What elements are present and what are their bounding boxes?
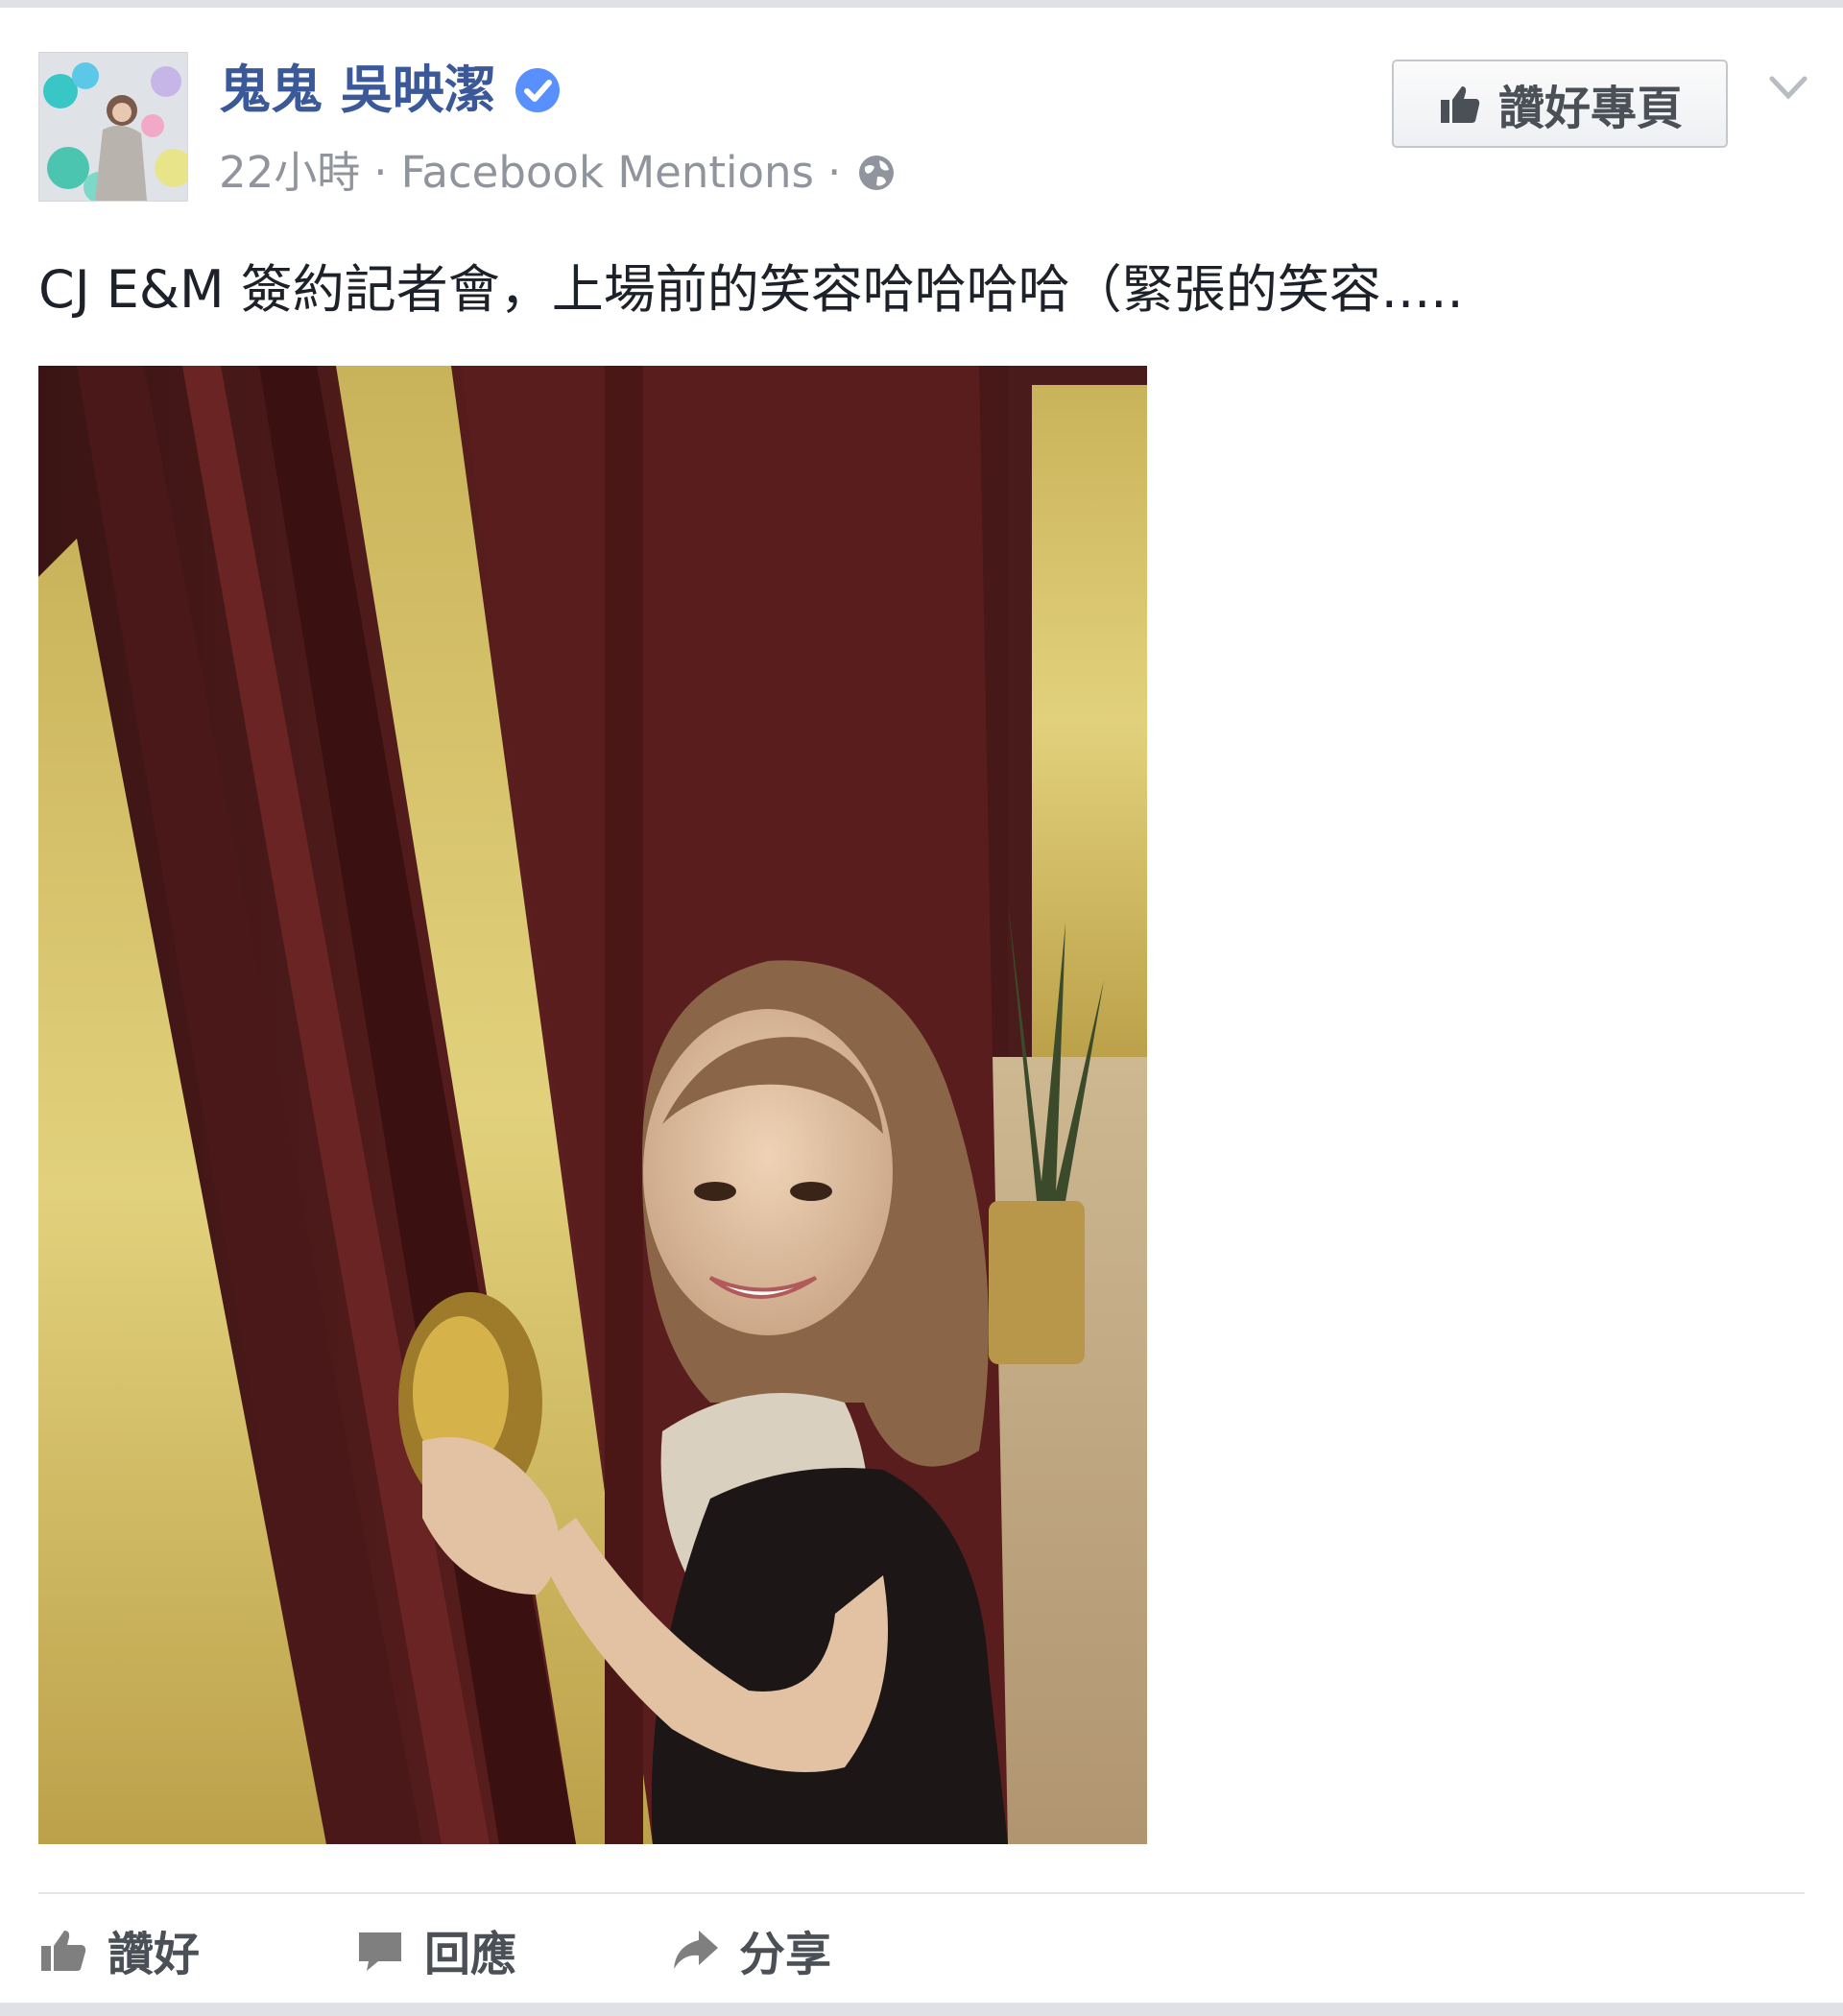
thumbs-up-icon bbox=[1440, 86, 1480, 123]
verified-badge-icon bbox=[515, 68, 560, 112]
globe-icon[interactable] bbox=[856, 153, 897, 193]
comment-label: 回應 bbox=[424, 1928, 517, 1981]
comment-button[interactable]: 回應 bbox=[355, 1916, 670, 1983]
like-page-label: 讚好專頁 bbox=[1497, 82, 1683, 135]
share-button[interactable]: 分享 bbox=[670, 1916, 831, 1983]
feed-post: 鬼鬼 吳映潔 22小時 · Facebook Mentions · 讚好專頁 C… bbox=[0, 8, 1843, 2003]
post-photo-image bbox=[38, 366, 1147, 1844]
meta-separator: · bbox=[373, 147, 388, 198]
thumbs-up-icon bbox=[41, 1931, 86, 1971]
page-bottom-border bbox=[0, 2003, 1843, 2016]
author-name[interactable]: 鬼鬼 吳映潔 bbox=[219, 56, 562, 125]
like-label: 讚好 bbox=[108, 1928, 201, 1981]
post-timestamp[interactable]: 22小時 bbox=[219, 144, 360, 202]
share-arrow-icon bbox=[674, 1931, 718, 1969]
post-text: CJ E&M 簽約記者會，上場前的笑容哈哈哈哈（緊張的笑容..... bbox=[38, 259, 1464, 320]
post-actions: 讚好 回應 分享 bbox=[38, 1916, 831, 1983]
post-photo[interactable] bbox=[38, 366, 1147, 1844]
like-button[interactable]: 讚好 bbox=[38, 1916, 355, 1983]
page-top-border bbox=[0, 0, 1843, 8]
avatar[interactable] bbox=[38, 52, 188, 202]
post-meta: 22小時 · Facebook Mentions · bbox=[219, 144, 897, 202]
meta-separator: · bbox=[827, 147, 842, 198]
author-name-text[interactable]: 鬼鬼 吳映潔 bbox=[219, 56, 496, 125]
share-label: 分享 bbox=[739, 1928, 832, 1981]
actions-divider bbox=[38, 1892, 1805, 1894]
like-page-button[interactable]: 讚好專頁 bbox=[1392, 60, 1728, 148]
chevron-down-icon[interactable] bbox=[1764, 63, 1812, 111]
avatar-image bbox=[39, 53, 187, 201]
comment-bubble-icon bbox=[359, 1932, 401, 1971]
post-source-link[interactable]: Facebook Mentions bbox=[401, 144, 814, 202]
